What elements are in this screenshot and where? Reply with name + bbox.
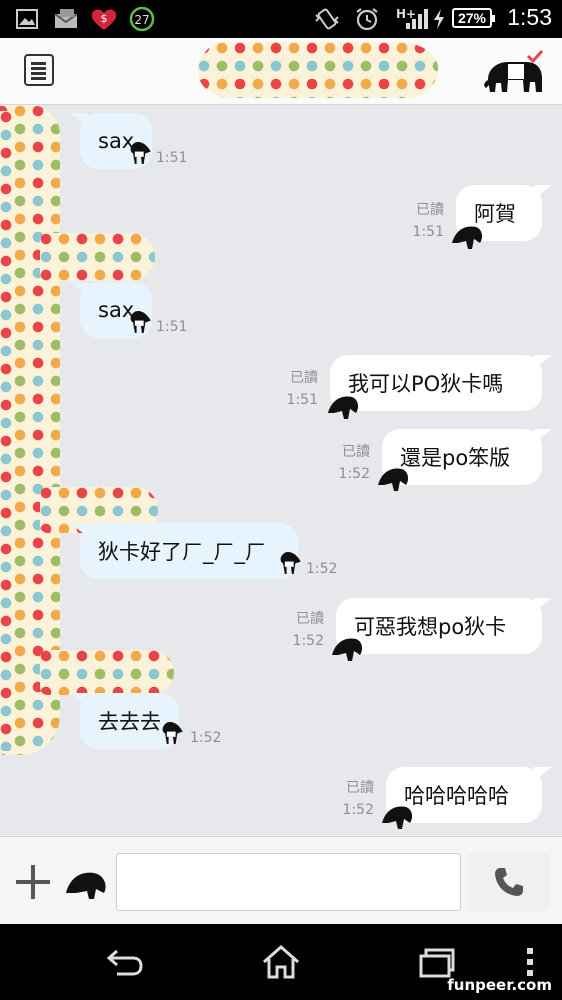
- read-status: 已讀: [346, 780, 374, 796]
- read-status: 已讀: [290, 370, 318, 386]
- back-button[interactable]: [100, 940, 150, 984]
- tapir-sticker-icon: [378, 468, 409, 491]
- privacy-cover: [0, 111, 14, 751]
- read-status: 已讀: [296, 611, 324, 627]
- tapir-sticker-icon: [382, 806, 413, 829]
- message-bubble-outgoing[interactable]: 可惡我想po狄卡: [336, 598, 552, 654]
- message-time: 1:51: [156, 150, 188, 166]
- more-vertical-icon: [527, 948, 533, 976]
- message-time: 1:52: [342, 802, 374, 818]
- message-bubble-outgoing[interactable]: 我可以PO狄卡嗎: [330, 355, 552, 411]
- tapir-sticker-icon: [130, 141, 151, 164]
- status-bar: $ 27 H+ 27% 1:53: [0, 0, 562, 38]
- tapir-sticker-icon: [130, 310, 151, 333]
- message-input-bar: [0, 836, 562, 925]
- message-bubble-incoming[interactable]: 狄卡好了ㄏ_ㄏ_ㄏ: [70, 523, 298, 579]
- svg-text:$: $: [101, 12, 108, 25]
- message-input[interactable]: [116, 853, 461, 911]
- add-attachment-button[interactable]: [14, 863, 52, 901]
- tapir-sticker-icon: [452, 226, 483, 249]
- tapir-sticker-icon: [328, 396, 359, 419]
- message-time: 1:51: [412, 224, 444, 240]
- recent-apps-icon: [419, 948, 455, 978]
- charging-icon: [432, 7, 446, 31]
- sticker-button-icon[interactable]: [64, 867, 108, 901]
- watermark: funpeer.com: [447, 976, 552, 994]
- heart-money-icon: $: [90, 7, 118, 31]
- signal-icon: [404, 7, 428, 31]
- tapir-sticker-icon: [162, 721, 183, 744]
- notification-badge-icon: 27: [128, 6, 156, 32]
- chat-header: [0, 38, 562, 105]
- tapir-sticker-icon: [332, 638, 363, 661]
- privacy-cover: [40, 650, 174, 695]
- vibrate-icon: [314, 7, 340, 31]
- chat-area[interactable]: sax 1:51 阿賀 已讀 1:51 sax 1:51 我可以PO狄卡嗎 已讀…: [0, 105, 562, 835]
- clock: 1:53: [507, 4, 552, 30]
- phone-icon: [495, 868, 523, 896]
- message-time: 1:52: [338, 466, 370, 482]
- svg-text:27: 27: [134, 13, 149, 27]
- call-button[interactable]: [468, 853, 550, 911]
- back-icon: [106, 949, 143, 976]
- message-time: 1:52: [292, 633, 324, 649]
- gallery-icon: [16, 7, 38, 31]
- mail-icon: [54, 7, 80, 31]
- tapir-logo-icon[interactable]: [484, 50, 546, 96]
- message-time: 1:51: [286, 392, 318, 408]
- read-status: 已讀: [342, 444, 370, 460]
- contact-name-cover: [198, 42, 438, 98]
- system-nav-bar: funpeer.com: [0, 924, 562, 1000]
- menu-button[interactable]: [24, 54, 54, 86]
- tapir-sticker-icon: [280, 551, 301, 574]
- alarm-icon: [354, 7, 380, 31]
- read-status: 已讀: [416, 202, 444, 218]
- privacy-cover: [40, 233, 155, 281]
- battery-indicator: 27%: [452, 8, 495, 28]
- home-icon: [263, 944, 299, 979]
- message-time: 1:52: [190, 730, 222, 746]
- home-button[interactable]: [256, 940, 306, 984]
- message-time: 1:52: [306, 561, 338, 577]
- message-time: 1:51: [156, 319, 188, 335]
